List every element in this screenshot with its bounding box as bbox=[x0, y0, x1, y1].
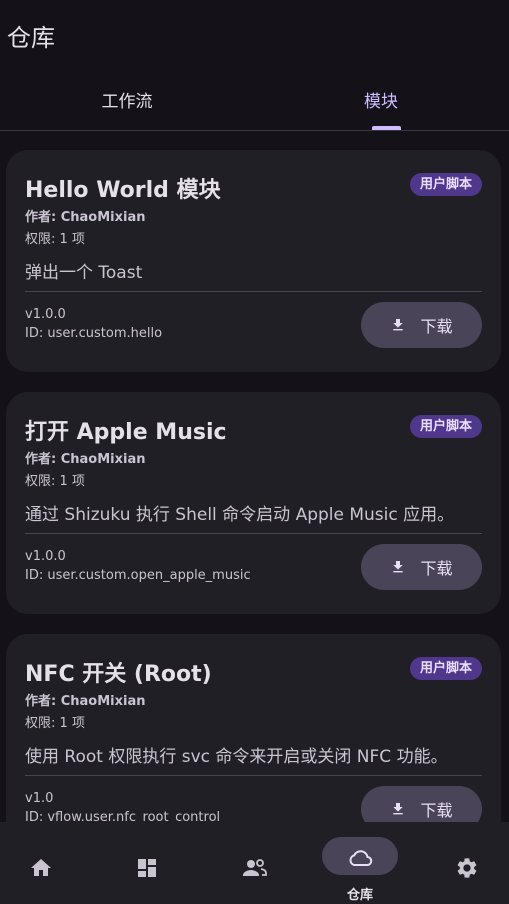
divider bbox=[25, 291, 482, 292]
user-script-badge: 用户脚本 bbox=[409, 173, 482, 196]
divider bbox=[25, 775, 482, 776]
bottom-navigation: 仓库 bbox=[0, 822, 509, 904]
download-button[interactable]: 下载 bbox=[361, 302, 482, 348]
nav-people[interactable] bbox=[213, 822, 294, 904]
nav-dashboard[interactable] bbox=[106, 822, 187, 904]
gear-icon bbox=[457, 858, 476, 878]
module-card[interactable]: 打开 Apple Music 用户脚本 作者: ChaoMixian 权限: 1… bbox=[6, 392, 501, 614]
download-button[interactable]: 下载 bbox=[361, 786, 482, 822]
module-card[interactable]: Hello World 模块 用户脚本 作者: ChaoMixian 权限: 1… bbox=[6, 150, 501, 372]
divider bbox=[25, 533, 482, 534]
module-permissions: 权限: 1 项 bbox=[25, 716, 85, 731]
module-version: v1.0 bbox=[25, 791, 54, 806]
module-description: 弹出一个 Toast bbox=[25, 263, 143, 283]
module-description: 通过 Shizuku 执行 Shell 命令启动 Apple Music 应用。 bbox=[25, 505, 455, 525]
module-list[interactable]: Hello World 模块 用户脚本 作者: ChaoMixian 权限: 1… bbox=[0, 131, 509, 822]
module-id: ID: user.custom.open_apple_music bbox=[25, 568, 251, 583]
module-card[interactable]: NFC 开关 (Root) 用户脚本 作者: ChaoMixian 权限: 1 … bbox=[6, 634, 501, 822]
module-permissions: 权限: 1 项 bbox=[25, 474, 85, 489]
module-id: ID: user.custom.hello bbox=[25, 326, 163, 341]
home-icon bbox=[30, 859, 51, 876]
module-author: 作者: ChaoMixian bbox=[25, 694, 146, 709]
download-label: 下载 bbox=[420, 559, 453, 578]
top-app-bar: 仓库 bbox=[0, 0, 509, 72]
module-description: 使用 Root 权限执行 svc 命令来开启或关闭 NFC 功能。 bbox=[25, 747, 448, 767]
cloud-icon bbox=[349, 850, 373, 866]
download-label: 下载 bbox=[420, 317, 453, 336]
module-permissions: 权限: 1 项 bbox=[25, 232, 85, 247]
module-author: 作者: ChaoMixian bbox=[25, 210, 146, 225]
nav-settings[interactable] bbox=[426, 822, 507, 904]
dashboard-icon bbox=[137, 859, 156, 877]
tab-workflows[interactable]: 工作流 bbox=[0, 72, 254, 130]
tab-bar: 工作流 模块 bbox=[0, 72, 509, 131]
user-script-badge: 用户脚本 bbox=[409, 657, 482, 680]
module-version: v1.0.0 bbox=[25, 549, 66, 564]
module-id: ID: vflow.user.nfc_root_control bbox=[25, 810, 221, 822]
nav-home[interactable] bbox=[0, 822, 81, 904]
tab-modules[interactable]: 模块 bbox=[254, 72, 508, 130]
nav-repository-label: 仓库 bbox=[346, 888, 373, 903]
people-icon bbox=[242, 859, 267, 876]
module-author: 作者: ChaoMixian bbox=[25, 452, 146, 467]
tab-indicator bbox=[372, 126, 401, 130]
module-title: NFC 开关 (Root) bbox=[25, 662, 212, 687]
page-title: 仓库 bbox=[7, 24, 55, 52]
download-button[interactable]: 下载 bbox=[361, 544, 482, 590]
module-version: v1.0.0 bbox=[25, 307, 66, 322]
download-icon bbox=[390, 559, 406, 575]
module-title: 打开 Apple Music bbox=[25, 420, 227, 445]
download-label: 下载 bbox=[420, 801, 453, 820]
download-icon bbox=[390, 801, 406, 817]
user-script-badge: 用户脚本 bbox=[409, 415, 482, 438]
module-title: Hello World 模块 bbox=[25, 178, 221, 203]
download-icon bbox=[390, 317, 406, 333]
